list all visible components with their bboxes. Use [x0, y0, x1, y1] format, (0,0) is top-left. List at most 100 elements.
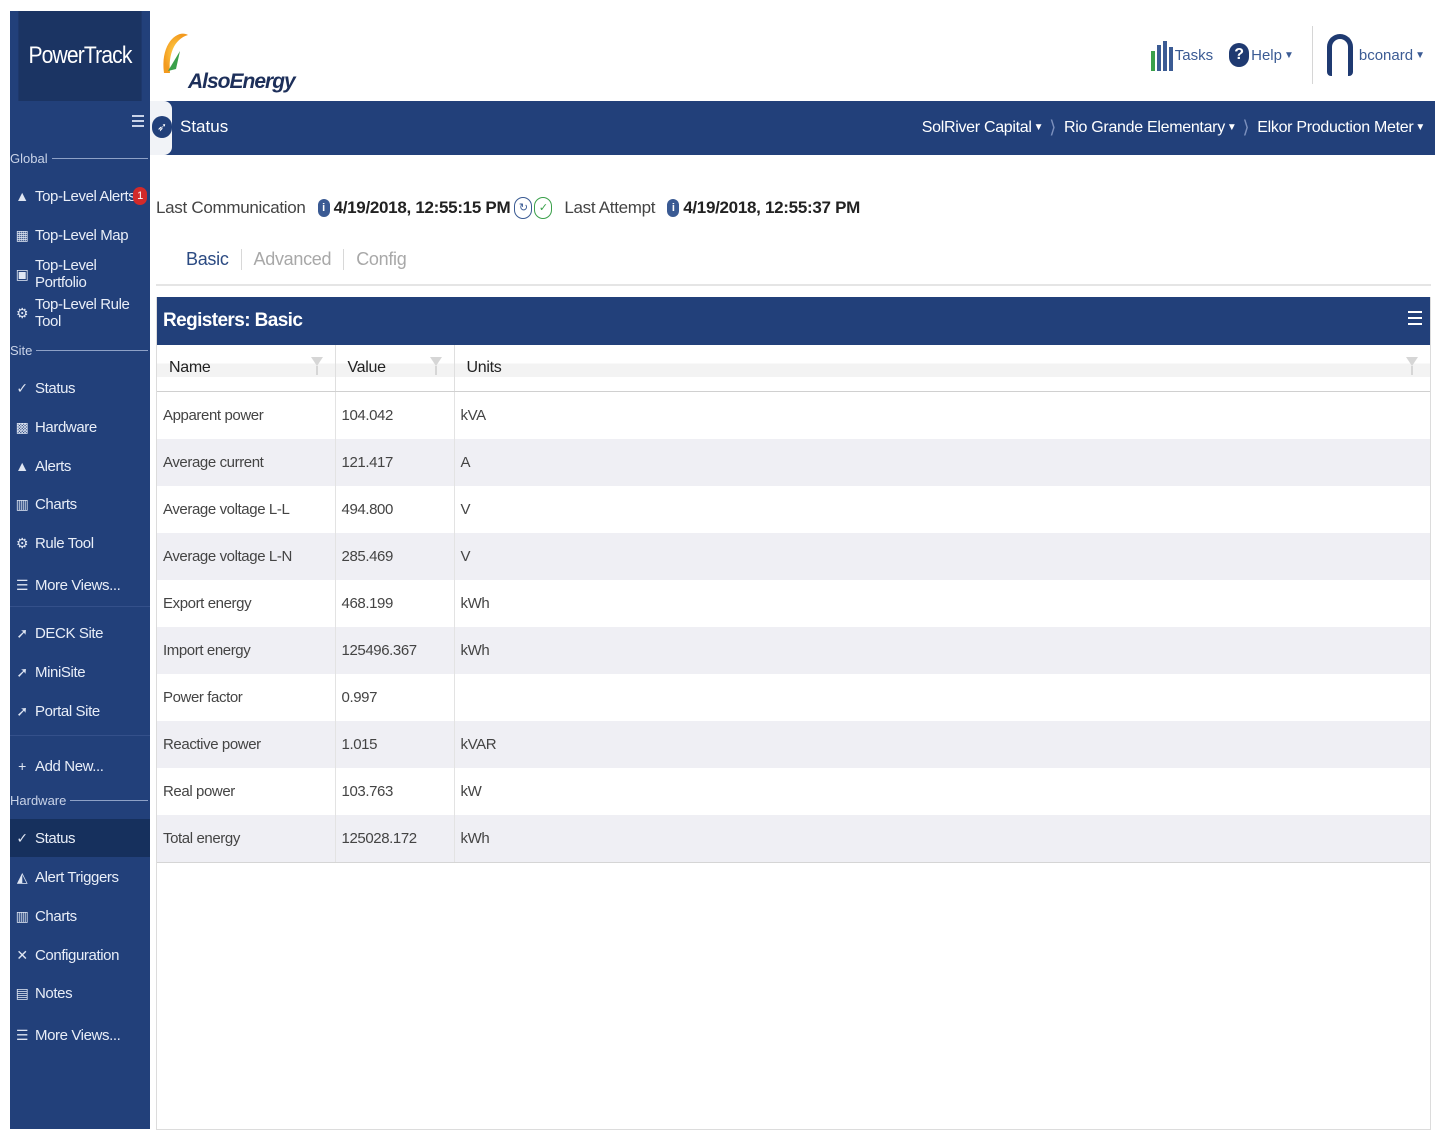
register-units: V [454, 486, 1430, 533]
sidebar-item-label: Charts [35, 495, 77, 513]
table-row[interactable]: Import energy 125496.367 kWh [157, 627, 1430, 674]
table-row[interactable]: Apparent power 104.042 kVA [157, 391, 1430, 439]
sidebar-item-minisite[interactable]: ➚ MiniSite [10, 655, 150, 689]
alert-triangle-icon: ▲ [15, 458, 29, 474]
filter-icon[interactable] [310, 357, 323, 375]
sidebar-item-site-alerts[interactable]: ▲ Alerts [10, 449, 150, 483]
user-menu[interactable]: bconard ▼ [1326, 34, 1425, 76]
help-button[interactable]: ? Help ▼ [1229, 43, 1294, 67]
sidebar-item-label: DECK Site [35, 624, 104, 642]
tasks-button[interactable]: Tasks [1149, 37, 1213, 73]
filter-icon[interactable] [429, 357, 442, 375]
register-name: Total energy [157, 815, 336, 863]
register-value: 103.763 [335, 768, 455, 815]
breadcrumb-hardware[interactable]: Elkor Production Meter ▼ [1257, 119, 1425, 137]
register-name: Reactive power [157, 721, 336, 768]
chevron-down-icon: ▼ [1033, 122, 1044, 133]
sidebar-item-top-level-portfolio[interactable]: ▣ Top-Level Portfolio [10, 257, 150, 291]
nav-toggle-tab[interactable]: ➶ [150, 101, 172, 155]
header-divider [1311, 26, 1313, 84]
table-row[interactable]: Reactive power 1.015 kVAR [157, 721, 1430, 768]
trigger-icon: ◭ [16, 868, 28, 885]
sidebar-item-site-more-views[interactable]: ☰ More Views... [10, 568, 150, 602]
column-header-name[interactable]: Name [157, 345, 336, 392]
sidebar-item-notes[interactable]: ▤ Notes [10, 976, 150, 1010]
register-units: A [454, 439, 1430, 486]
cursor-click-icon: ➚ [16, 624, 28, 641]
sidebar-item-site-hardware[interactable]: ▩ Hardware [10, 410, 150, 444]
refresh-icon[interactable]: ↻ [514, 197, 533, 219]
sidebar-item-deck-site[interactable]: ➚ DECK Site [10, 616, 150, 650]
sidebar-item-top-level-map[interactable]: ▦ Top-Level Map [10, 218, 150, 252]
collapse-sidebar-icon[interactable] [132, 112, 144, 128]
app-brand[interactable]: PowerTrack [18, 11, 142, 101]
tabs-divider [156, 284, 1431, 286]
sidebar-item-portal-site[interactable]: ➚ Portal Site [10, 694, 150, 728]
sidebar-item-hardware-more-views[interactable]: ☰ More Views... [10, 1018, 150, 1052]
briefcase-icon: ▣ [15, 265, 29, 282]
tab-advanced[interactable]: Advanced [242, 249, 345, 270]
sidebar-item-alert-triggers[interactable]: ◭ Alert Triggers [10, 860, 150, 894]
table-row[interactable]: Export energy 468.199 kWh [157, 580, 1430, 627]
sidebar-item-configuration[interactable]: ✕ Configuration [10, 938, 150, 972]
chip-icon: ▩ [15, 418, 29, 435]
tab-basic[interactable]: Basic [186, 249, 242, 270]
panel-menu-icon[interactable] [1408, 311, 1422, 329]
register-value: 468.199 [335, 580, 455, 627]
breadcrumb-site[interactable]: Rio Grande Elementary ▼ [1064, 119, 1237, 137]
sidebar-item-label: Alerts [35, 457, 71, 475]
table-row[interactable]: Average current 121.417 A [157, 439, 1430, 486]
table-row[interactable]: Average voltage L-L 494.800 V [157, 486, 1430, 533]
register-units: kWh [454, 815, 1430, 863]
alsoenergy-logo[interactable]: AlsoEnergy [158, 23, 296, 93]
register-name: Export energy [157, 580, 336, 627]
sidebar-item-hardware-charts[interactable]: ▥ Charts [10, 899, 150, 933]
table-row[interactable]: Power factor 0.997 [157, 674, 1430, 721]
info-icon[interactable]: i [667, 199, 680, 217]
section-global-label: Global [10, 151, 48, 166]
sidebar-item-site-status[interactable]: ✓ Status [10, 371, 150, 405]
main-content: Last Communication i 4/19/2018, 12:55:15… [156, 155, 1435, 1130]
sidebar-item-label: Hardware [35, 418, 97, 436]
last-attempt-value: 4/19/2018, 12:55:37 PM [683, 198, 860, 217]
table-row[interactable]: Total energy 125028.172 kWh [157, 815, 1430, 863]
top-header: AlsoEnergy Tasks ? Help ▼ bconard ▼ [150, 11, 1435, 101]
info-icon[interactable]: i [317, 199, 330, 217]
chevron-down-icon: ▼ [1415, 122, 1425, 133]
cursor-click-icon: ➚ [16, 702, 28, 719]
chevron-down-icon: ▼ [1283, 49, 1294, 61]
filter-icon[interactable] [1406, 357, 1418, 375]
column-header-value[interactable]: Value [335, 345, 455, 392]
register-name: Apparent power [157, 391, 336, 439]
check-circle-icon: ✓ [16, 379, 28, 396]
sidebar-item-label: Alert Triggers [35, 868, 119, 886]
sidebar-item-label: Charts [35, 907, 77, 925]
map-icon: ▦ [15, 226, 29, 243]
breadcrumb-separator: ⟩ [1049, 117, 1057, 137]
register-name: Import energy [157, 627, 336, 674]
sidebar-item-label: Add New... [35, 757, 104, 775]
sidebar-divider [10, 735, 150, 736]
register-units: V [454, 533, 1430, 580]
register-value: 494.800 [335, 486, 455, 533]
table-row[interactable]: Real power 103.763 kW [157, 768, 1430, 815]
tab-config[interactable]: Config [344, 249, 418, 270]
panel-header: Registers: Basic [157, 297, 1430, 345]
register-name: Average voltage L-N [157, 533, 336, 580]
column-header-units[interactable]: Units [454, 345, 1430, 392]
communication-status: Last Communication i 4/19/2018, 12:55:15… [156, 197, 860, 219]
sidebar-item-site-rule-tool[interactable]: ⚙ Rule Tool [10, 526, 150, 560]
breadcrumb-portfolio[interactable]: SolRiver Capital ▼ [922, 119, 1044, 137]
sidebar-item-top-level-rule-tool[interactable]: ⚙ Top-Level Rule Tool [10, 296, 150, 330]
sidebar-item-site-charts[interactable]: ▥ Charts [10, 487, 150, 521]
table-row[interactable]: Average voltage L-N 285.469 V [157, 533, 1430, 580]
section-global: Global [10, 151, 150, 166]
tools-icon: ✕ [16, 946, 28, 963]
breadcrumb-label: SolRiver Capital [921, 118, 1032, 136]
sidebar-item-add-new[interactable]: + Add New... [10, 749, 150, 783]
register-units: kWh [454, 627, 1430, 674]
sidebar-item-hardware-status[interactable]: ✓ Status [10, 819, 150, 857]
sidebar-item-top-level-alerts[interactable]: ▲ Top-Level Alerts 1 [10, 179, 150, 213]
tasks-label: Tasks [1174, 46, 1214, 64]
register-units: kWh [454, 580, 1430, 627]
